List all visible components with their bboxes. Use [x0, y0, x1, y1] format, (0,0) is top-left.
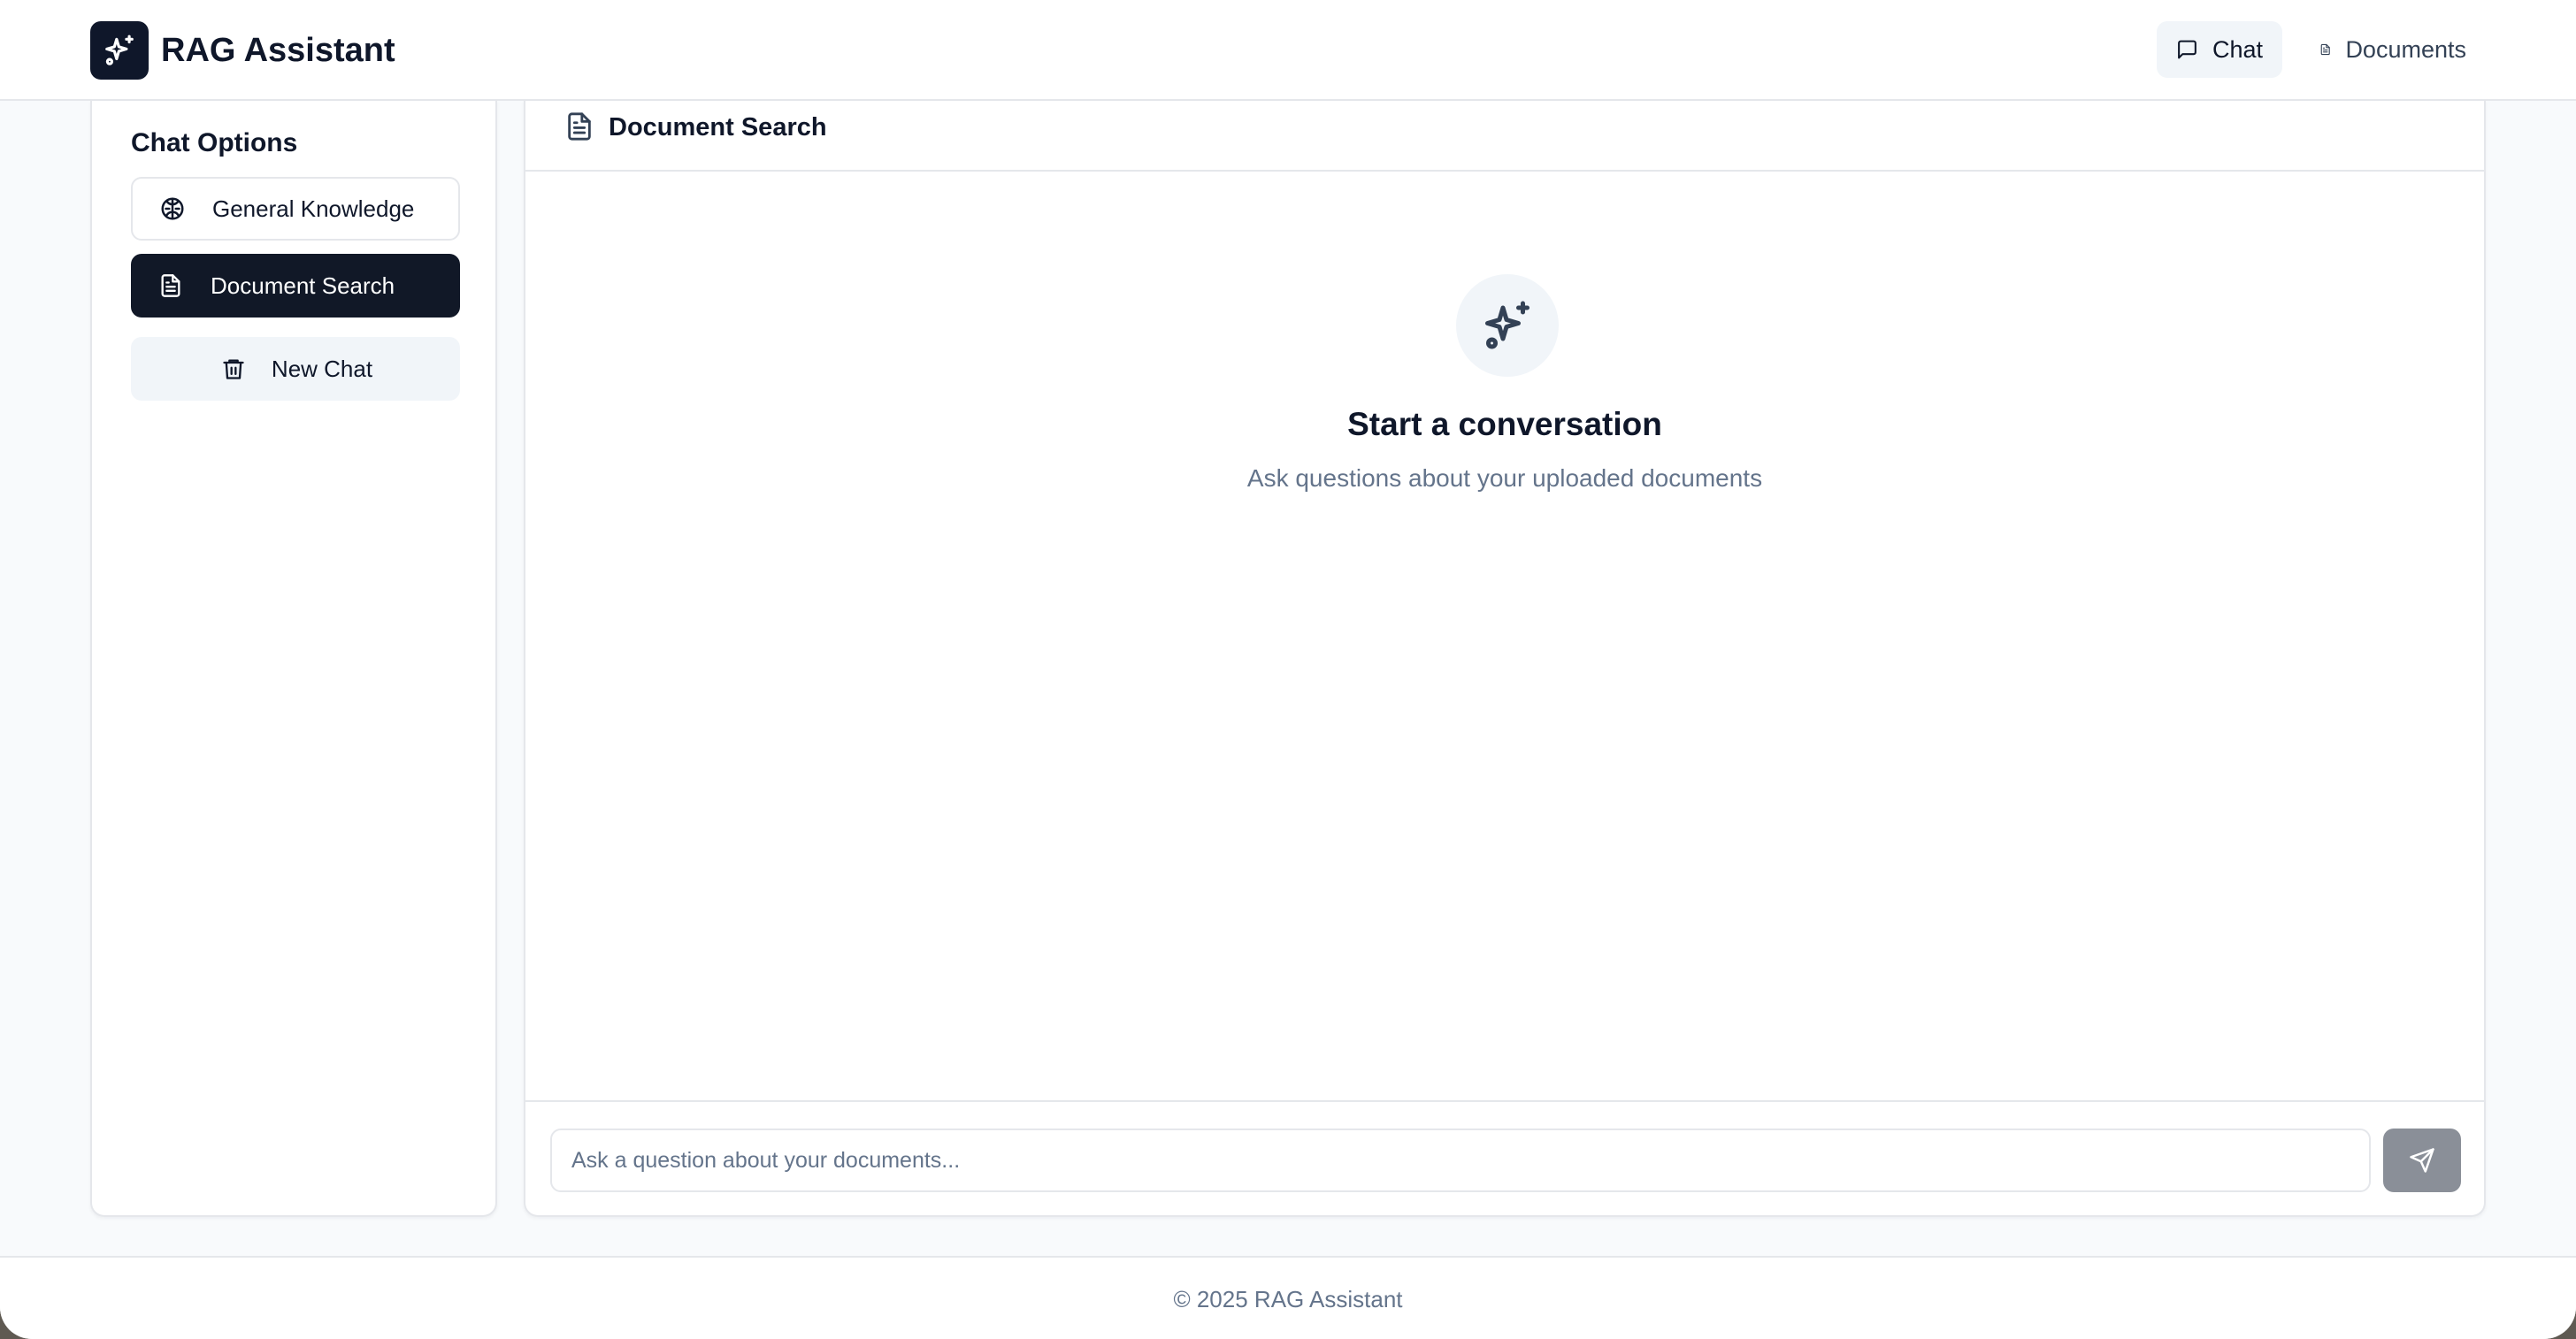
send-icon [2410, 1148, 2434, 1173]
nav-documents-label: Documents [2345, 35, 2466, 63]
file-text-icon [2320, 43, 2330, 56]
chat-panel-header: Document Search [525, 101, 2484, 172]
nav-chat-button[interactable]: Chat [2157, 21, 2282, 78]
empty-state-subtitle: Ask questions about your uploaded docume… [1246, 464, 1763, 492]
question-input[interactable] [550, 1129, 2371, 1192]
chat-mode-title: Document Search [609, 113, 827, 142]
brain-icon [157, 194, 188, 224]
nav-chat-label: Chat [2212, 35, 2263, 63]
app-window: RAG Assistant Chat Documents Chat Option… [0, 0, 2576, 1339]
footer: © 2025 RAG Assistant [0, 1256, 2576, 1339]
top-header: RAG Assistant Chat Documents [0, 0, 2576, 101]
file-text-icon [564, 111, 596, 143]
new-chat-label: New Chat [271, 355, 373, 382]
new-chat-button[interactable]: New Chat [131, 337, 460, 401]
trash-icon [218, 354, 249, 384]
chat-panel: Document Search Start a conversation Ask… [524, 101, 2486, 1217]
message-square-icon [2178, 40, 2196, 59]
message-input-bar [525, 1100, 2484, 1215]
sparkles-icon [105, 34, 134, 65]
option-general-knowledge[interactable]: General Knowledge [131, 177, 460, 241]
file-text-icon [156, 271, 186, 301]
sparkles-icon [1485, 301, 1530, 349]
sidebar-title: Chat Options [131, 128, 298, 157]
empty-state-title: Start a conversation [1347, 406, 1662, 442]
copyright-text: © 2025 RAG Assistant [1173, 1286, 1403, 1312]
empty-state-badge [1456, 274, 1559, 377]
option-document-search-label: Document Search [211, 272, 395, 299]
sidebar: Chat Options General Knowledge Document … [90, 101, 497, 1217]
brand-title: RAG Assistant [161, 32, 395, 69]
option-document-search[interactable]: Document Search [131, 254, 460, 318]
send-button[interactable] [2383, 1129, 2461, 1192]
logo [90, 21, 149, 80]
nav-documents-button[interactable]: Documents [2300, 21, 2486, 78]
option-general-knowledge-label: General Knowledge [212, 195, 415, 222]
